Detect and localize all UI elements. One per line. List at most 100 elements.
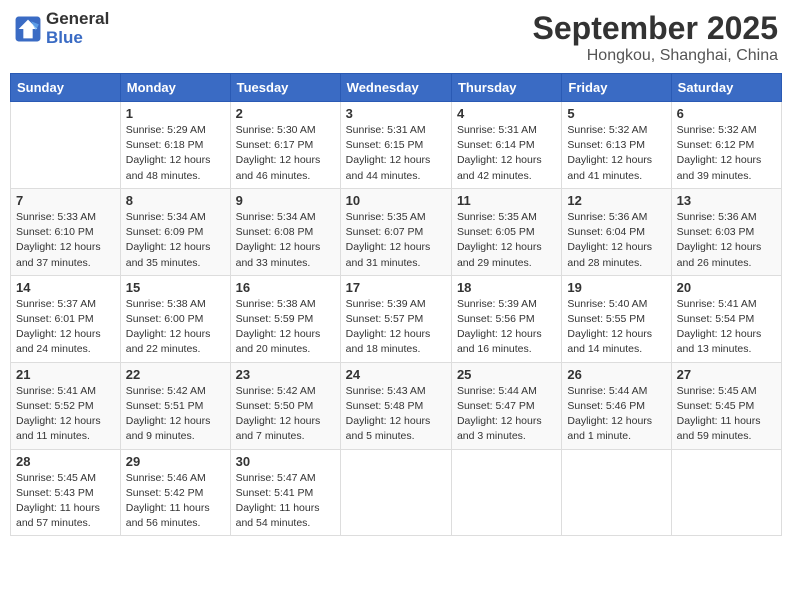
calendar-week-row: 28 Sunrise: 5:45 AMSunset: 5:43 PMDayligh… bbox=[11, 449, 782, 536]
day-number: 26 bbox=[567, 367, 665, 382]
day-info: Sunrise: 5:34 AMSunset: 6:09 PMDaylight:… bbox=[126, 210, 225, 271]
day-info: Sunrise: 5:31 AMSunset: 6:15 PMDaylight:… bbox=[346, 123, 446, 184]
calendar-cell bbox=[340, 449, 451, 536]
day-info: Sunrise: 5:33 AMSunset: 6:10 PMDaylight:… bbox=[16, 210, 115, 271]
logo-icon bbox=[14, 15, 42, 43]
calendar-cell: 16 Sunrise: 5:38 AMSunset: 5:59 PMDayligh… bbox=[230, 275, 340, 362]
day-info: Sunrise: 5:37 AMSunset: 6:01 PMDaylight:… bbox=[16, 297, 115, 358]
calendar-header-monday: Monday bbox=[120, 74, 230, 102]
day-info: Sunrise: 5:30 AMSunset: 6:17 PMDaylight:… bbox=[236, 123, 335, 184]
day-info: Sunrise: 5:36 AMSunset: 6:04 PMDaylight:… bbox=[567, 210, 665, 271]
calendar-cell: 17Sunrise: 5:39 AMSunset: 5:57 PMDayligh… bbox=[340, 275, 451, 362]
day-number: 30 bbox=[236, 454, 335, 469]
calendar-week-row: 1 Sunrise: 5:29 AMSunset: 6:18 PMDaylight… bbox=[11, 102, 782, 189]
day-info: Sunrise: 5:45 AMSunset: 5:45 PMDaylight:… bbox=[677, 384, 776, 445]
calendar-cell: 10Sunrise: 5:35 AMSunset: 6:07 PMDayligh… bbox=[340, 188, 451, 275]
calendar-cell: 9 Sunrise: 5:34 AMSunset: 6:08 PMDaylight… bbox=[230, 188, 340, 275]
logo: General Blue bbox=[14, 10, 109, 47]
calendar-body: 1 Sunrise: 5:29 AMSunset: 6:18 PMDaylight… bbox=[11, 102, 782, 536]
day-info: Sunrise: 5:44 AMSunset: 5:47 PMDaylight:… bbox=[457, 384, 556, 445]
page-header: General Blue September 2025 Hongkou, Sha… bbox=[10, 10, 782, 65]
calendar-cell: 22 Sunrise: 5:42 AMSunset: 5:51 PMDayligh… bbox=[120, 362, 230, 449]
calendar-cell: 12 Sunrise: 5:36 AMSunset: 6:04 PMDayligh… bbox=[562, 188, 671, 275]
calendar-cell: 1 Sunrise: 5:29 AMSunset: 6:18 PMDaylight… bbox=[120, 102, 230, 189]
day-info: Sunrise: 5:46 AMSunset: 5:42 PMDaylight:… bbox=[126, 471, 225, 532]
day-info: Sunrise: 5:42 AMSunset: 5:51 PMDaylight:… bbox=[126, 384, 225, 445]
calendar-header-sunday: Sunday bbox=[11, 74, 121, 102]
location-title: Hongkou, Shanghai, China bbox=[533, 47, 778, 65]
day-number: 25 bbox=[457, 367, 556, 382]
day-info: Sunrise: 5:39 AMSunset: 5:56 PMDaylight:… bbox=[457, 297, 556, 358]
day-number: 15 bbox=[126, 280, 225, 295]
calendar-cell: 7 Sunrise: 5:33 AMSunset: 6:10 PMDaylight… bbox=[11, 188, 121, 275]
day-number: 2 bbox=[236, 106, 335, 121]
day-number: 28 bbox=[16, 454, 115, 469]
day-number: 7 bbox=[16, 193, 115, 208]
calendar-cell: 14 Sunrise: 5:37 AMSunset: 6:01 PMDayligh… bbox=[11, 275, 121, 362]
calendar-cell: 8 Sunrise: 5:34 AMSunset: 6:09 PMDaylight… bbox=[120, 188, 230, 275]
calendar-cell: 3 Sunrise: 5:31 AMSunset: 6:15 PMDaylight… bbox=[340, 102, 451, 189]
calendar-header-thursday: Thursday bbox=[451, 74, 561, 102]
logo-text-line1: General bbox=[46, 10, 109, 29]
day-number: 16 bbox=[236, 280, 335, 295]
calendar-header-wednesday: Wednesday bbox=[340, 74, 451, 102]
day-info: Sunrise: 5:47 AMSunset: 5:41 PMDaylight:… bbox=[236, 471, 335, 532]
day-info: Sunrise: 5:29 AMSunset: 6:18 PMDaylight:… bbox=[126, 123, 225, 184]
day-number: 4 bbox=[457, 106, 556, 121]
calendar-cell: 28 Sunrise: 5:45 AMSunset: 5:43 PMDayligh… bbox=[11, 449, 121, 536]
day-number: 5 bbox=[567, 106, 665, 121]
calendar-cell: 6Sunrise: 5:32 AMSunset: 6:12 PMDaylight… bbox=[671, 102, 781, 189]
day-info: Sunrise: 5:43 AMSunset: 5:48 PMDaylight:… bbox=[346, 384, 446, 445]
title-area: September 2025 Hongkou, Shanghai, China bbox=[533, 10, 778, 65]
calendar-cell: 5 Sunrise: 5:32 AMSunset: 6:13 PMDaylight… bbox=[562, 102, 671, 189]
calendar-cell: 23Sunrise: 5:42 AMSunset: 5:50 PMDayligh… bbox=[230, 362, 340, 449]
calendar-week-row: 14 Sunrise: 5:37 AMSunset: 6:01 PMDayligh… bbox=[11, 275, 782, 362]
day-info: Sunrise: 5:38 AMSunset: 5:59 PMDaylight:… bbox=[236, 297, 335, 358]
logo-text-line2: Blue bbox=[46, 29, 109, 48]
day-number: 22 bbox=[126, 367, 225, 382]
day-number: 14 bbox=[16, 280, 115, 295]
calendar-cell: 24Sunrise: 5:43 AMSunset: 5:48 PMDayligh… bbox=[340, 362, 451, 449]
day-number: 8 bbox=[126, 193, 225, 208]
day-info: Sunrise: 5:42 AMSunset: 5:50 PMDaylight:… bbox=[236, 384, 335, 445]
day-number: 21 bbox=[16, 367, 115, 382]
day-info: Sunrise: 5:45 AMSunset: 5:43 PMDaylight:… bbox=[16, 471, 115, 532]
day-number: 18 bbox=[457, 280, 556, 295]
day-info: Sunrise: 5:31 AMSunset: 6:14 PMDaylight:… bbox=[457, 123, 556, 184]
day-info: Sunrise: 5:38 AMSunset: 6:00 PMDaylight:… bbox=[126, 297, 225, 358]
calendar-cell: 30 Sunrise: 5:47 AMSunset: 5:41 PMDayligh… bbox=[230, 449, 340, 536]
calendar-cell: 29 Sunrise: 5:46 AMSunset: 5:42 PMDayligh… bbox=[120, 449, 230, 536]
calendar-cell: 2 Sunrise: 5:30 AMSunset: 6:17 PMDaylight… bbox=[230, 102, 340, 189]
day-info: Sunrise: 5:35 AMSunset: 6:07 PMDaylight:… bbox=[346, 210, 446, 271]
calendar-week-row: 21Sunrise: 5:41 AMSunset: 5:52 PMDayligh… bbox=[11, 362, 782, 449]
calendar-cell: 26 Sunrise: 5:44 AMSunset: 5:46 PMDayligh… bbox=[562, 362, 671, 449]
day-info: Sunrise: 5:36 AMSunset: 6:03 PMDaylight:… bbox=[677, 210, 776, 271]
calendar-header-tuesday: Tuesday bbox=[230, 74, 340, 102]
day-number: 9 bbox=[236, 193, 335, 208]
calendar-cell: 4 Sunrise: 5:31 AMSunset: 6:14 PMDaylight… bbox=[451, 102, 561, 189]
calendar-cell: 18 Sunrise: 5:39 AMSunset: 5:56 PMDayligh… bbox=[451, 275, 561, 362]
calendar-week-row: 7 Sunrise: 5:33 AMSunset: 6:10 PMDaylight… bbox=[11, 188, 782, 275]
calendar-cell: 15 Sunrise: 5:38 AMSunset: 6:00 PMDayligh… bbox=[120, 275, 230, 362]
calendar-cell: 11Sunrise: 5:35 AMSunset: 6:05 PMDayligh… bbox=[451, 188, 561, 275]
calendar-header-saturday: Saturday bbox=[671, 74, 781, 102]
day-info: Sunrise: 5:32 AMSunset: 6:13 PMDaylight:… bbox=[567, 123, 665, 184]
calendar-cell: 21Sunrise: 5:41 AMSunset: 5:52 PMDayligh… bbox=[11, 362, 121, 449]
day-number: 29 bbox=[126, 454, 225, 469]
calendar-cell bbox=[11, 102, 121, 189]
day-number: 12 bbox=[567, 193, 665, 208]
calendar-cell: 19Sunrise: 5:40 AMSunset: 5:55 PMDayligh… bbox=[562, 275, 671, 362]
day-info: Sunrise: 5:32 AMSunset: 6:12 PMDaylight:… bbox=[677, 123, 776, 184]
calendar-cell bbox=[451, 449, 561, 536]
day-info: Sunrise: 5:44 AMSunset: 5:46 PMDaylight:… bbox=[567, 384, 665, 445]
day-info: Sunrise: 5:39 AMSunset: 5:57 PMDaylight:… bbox=[346, 297, 446, 358]
calendar-cell bbox=[671, 449, 781, 536]
day-number: 1 bbox=[126, 106, 225, 121]
calendar-header-friday: Friday bbox=[562, 74, 671, 102]
day-info: Sunrise: 5:34 AMSunset: 6:08 PMDaylight:… bbox=[236, 210, 335, 271]
calendar-cell: 13Sunrise: 5:36 AMSunset: 6:03 PMDayligh… bbox=[671, 188, 781, 275]
calendar-cell bbox=[562, 449, 671, 536]
day-number: 27 bbox=[677, 367, 776, 382]
day-number: 19 bbox=[567, 280, 665, 295]
day-number: 3 bbox=[346, 106, 446, 121]
